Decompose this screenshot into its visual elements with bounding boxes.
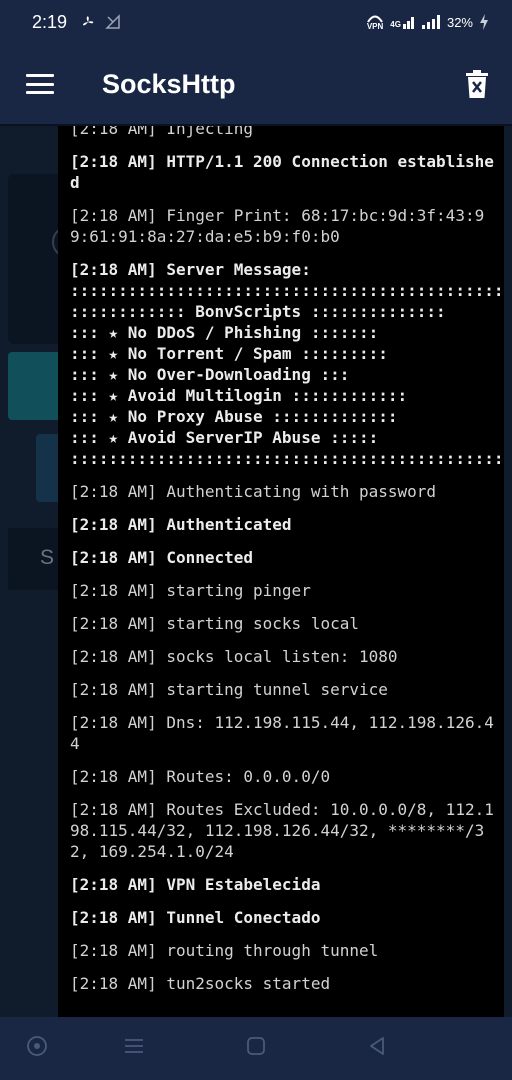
vpn-label: VPN — [366, 21, 384, 31]
log-line: [2:18 AM] Connected — [70, 548, 254, 567]
log-line: [2:18 AM] Tunnel Conectado — [70, 908, 321, 927]
vpn-status-icon: VPN — [367, 14, 383, 31]
status-bar: 2:19 VPN 4G 32% — [0, 0, 512, 44]
home-icon[interactable] — [245, 1035, 267, 1057]
log-line: [2:18 AM] socks local listen: 1080 — [70, 647, 398, 666]
hidden-card-label: S — [40, 546, 55, 569]
delete-log-icon[interactable] — [466, 70, 488, 98]
log-line: [2:18 AM] VPN Estabelecida — [70, 875, 321, 894]
app-title: SocksHttp — [102, 68, 236, 99]
hamburger-menu-icon[interactable] — [26, 74, 54, 94]
mobile-data-icon: 4G — [390, 15, 415, 29]
log-line: [2:18 AM] Routes Excluded: 10.0.0.0/8, 1… — [70, 800, 494, 861]
log-line: [2:18 AM] starting pinger — [70, 581, 311, 600]
log-line: [2:18 AM] Routes: 0.0.0.0/0 — [70, 767, 331, 786]
log-line: [2:18 AM] starting tunnel service — [70, 680, 388, 699]
log-line: [2:18 AM] Finger Print: 68:17:bc:9d:3f:4… — [70, 206, 485, 246]
recents-icon[interactable] — [123, 1035, 145, 1057]
back-icon[interactable] — [366, 1035, 388, 1057]
signal-strength-icon — [421, 15, 440, 29]
network-type-label: 4G — [390, 20, 401, 29]
log-line: [2:18 AM] HTTP/1.1 200 Connection establ… — [70, 152, 494, 192]
status-time: 2:19 — [32, 11, 68, 32]
log-panel[interactable]: [2:18 AM] Injecting [2:18 AM] HTTP/1.1 20… — [58, 126, 504, 1017]
battery-percent: 32% — [446, 14, 473, 30]
no-signal-icon — [105, 14, 120, 29]
log-line: [2:18 AM] tun2socks started — [70, 974, 331, 993]
app-bar: SocksHttp — [0, 44, 512, 124]
accessibility-icon[interactable] — [26, 1035, 48, 1057]
log-line: [2:18 AM] routing through tunnel — [70, 941, 379, 960]
log-line: [2:18 AM] Injecting — [70, 126, 254, 138]
log-line: [2:18 AM] starting socks local — [70, 614, 359, 633]
log-list: [2:18 AM] Injecting [2:18 AM] HTTP/1.1 20… — [70, 126, 504, 1006]
charging-icon — [480, 14, 488, 30]
fan-notification-icon — [83, 16, 94, 26]
log-line: [2:18 AM] Dns: 112.198.115.44, 112.198.1… — [70, 713, 494, 753]
log-line: [2:18 AM] Authenticated — [70, 515, 292, 534]
navigation-bar — [0, 1017, 512, 1080]
log-line: [2:18 AM] Server Message: ::::::::::::::… — [70, 260, 504, 468]
log-line: [2:18 AM] Authenticating with password — [70, 482, 437, 501]
